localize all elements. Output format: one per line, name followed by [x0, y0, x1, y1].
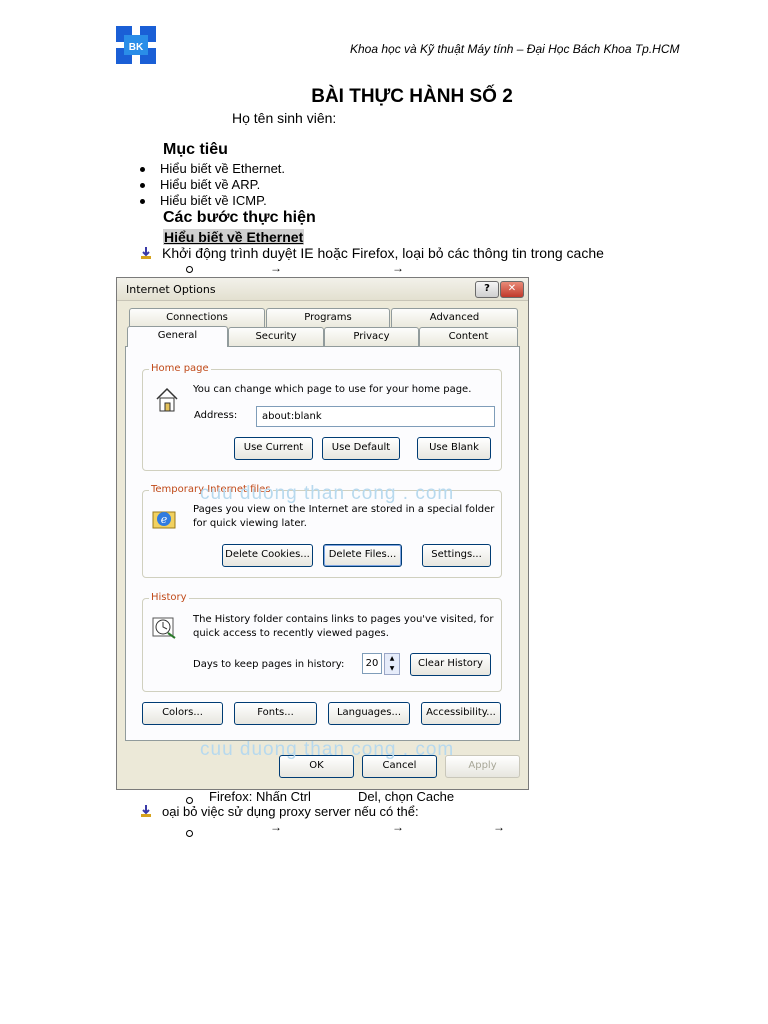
institution-header: Khoa học và Kỹ thuật Máy tính – Đại Học … — [350, 42, 680, 56]
logo-text: BK — [129, 42, 144, 53]
languages-button[interactable]: Languages... — [328, 702, 410, 725]
arrow-icon: → — [392, 261, 404, 275]
arrow-icon: → — [493, 820, 505, 834]
tab-connections[interactable]: Connections — [129, 308, 265, 327]
bullet-icon — [140, 199, 145, 205]
tab-advanced[interactable]: Advanced — [391, 308, 518, 327]
substep-row — [186, 262, 193, 276]
history-group: History — [142, 592, 502, 692]
close-button[interactable]: ✕ — [500, 281, 524, 298]
steps-heading: Các bước thực hiện — [163, 209, 316, 226]
help-button[interactable]: ? — [475, 281, 499, 298]
dialog-title: Internet Options — [126, 283, 216, 296]
colors-button[interactable]: Colors... — [142, 702, 223, 725]
tab-privacy[interactable]: Privacy — [324, 327, 419, 346]
days-input[interactable]: 20 — [362, 653, 382, 674]
internet-explorer-icon: e — [152, 511, 176, 529]
objective-item: Hiểu biết về Ethernet. — [140, 161, 285, 176]
firefox-instruction-2: Del, chọn Cache — [358, 789, 455, 804]
firefox-instruction: Firefox: Nhấn Ctrl — [209, 789, 311, 804]
home-page-description: You can change which page to use for you… — [193, 384, 472, 395]
tab-content[interactable]: Content — [419, 327, 518, 346]
history-description-2: quick access to recently viewed pages. — [193, 628, 389, 639]
clear-history-button[interactable]: Clear History — [410, 653, 491, 676]
step-2: oại bỏ việc sử dụng proxy server nếu có … — [140, 804, 419, 819]
tab-security[interactable]: Security — [228, 327, 324, 346]
address-label: Address: — [194, 410, 238, 421]
temp-files-description: Pages you view on the Internet are store… — [193, 504, 495, 515]
use-blank-button[interactable]: Use Blank — [417, 437, 491, 460]
days-stepper[interactable]: ▲ ▼ — [384, 653, 400, 675]
bullet-icon — [140, 167, 145, 173]
history-clock-icon — [152, 617, 176, 639]
arrow-icon: → — [270, 261, 282, 275]
circle-bullet-icon — [186, 266, 193, 273]
circle-bullet-icon — [186, 826, 193, 840]
arrow-icon: → — [270, 820, 282, 834]
bk-logo: BK — [116, 26, 156, 64]
arrow-icon: → — [392, 820, 404, 834]
document-title: BÀI THỰC HÀNH SỐ 2 — [311, 86, 513, 107]
step-1: Khởi động trình duyệt IE hoặc Firefox, l… — [140, 245, 604, 261]
history-description: The History folder contains links to pag… — [193, 614, 494, 625]
tab-programs[interactable]: Programs — [266, 308, 390, 327]
fonts-button[interactable]: Fonts... — [234, 702, 317, 725]
home-icon — [156, 387, 178, 412]
svg-text:e: e — [161, 513, 168, 526]
apply-button[interactable]: Apply — [445, 755, 520, 778]
arrow-bullet-icon — [141, 247, 151, 259]
use-current-button[interactable]: Use Current — [234, 437, 313, 460]
tab-general[interactable]: General — [127, 326, 228, 347]
settings-button[interactable]: Settings... — [422, 544, 491, 567]
bullet-icon — [140, 183, 145, 189]
use-default-button[interactable]: Use Default — [322, 437, 400, 460]
objectives-heading: Mục tiêu — [163, 141, 228, 158]
general-tab-panel: Home page You can change which page to u… — [125, 346, 520, 741]
objective-item: Hiểu biết về ICMP. — [140, 193, 267, 208]
temp-files-description-2: for quick viewing later. — [193, 518, 307, 529]
accessibility-button[interactable]: Accessibility... — [421, 702, 501, 725]
delete-cookies-button[interactable]: Delete Cookies... — [222, 544, 313, 567]
objective-item: Hiểu biết về ARP. — [140, 177, 260, 192]
ethernet-heading: Hiểu biết về Ethernet — [163, 229, 305, 245]
dialog-titlebar: Internet Options ? ✕ — [117, 278, 528, 301]
group-label: History — [149, 592, 189, 603]
internet-options-dialog: Internet Options ? ✕ Connections Program… — [116, 277, 529, 790]
arrow-bullet-icon — [141, 805, 151, 817]
address-input[interactable]: about:blank — [256, 406, 495, 427]
student-name-label: Họ tên sinh viên: — [232, 110, 337, 126]
group-label: Home page — [149, 363, 211, 374]
days-label: Days to keep pages in history: — [193, 659, 345, 670]
watermark: cuu duong than cong . com — [200, 739, 455, 760]
watermark: cuu duong than cong . com — [200, 483, 455, 504]
delete-files-button[interactable]: Delete Files... — [323, 544, 402, 567]
